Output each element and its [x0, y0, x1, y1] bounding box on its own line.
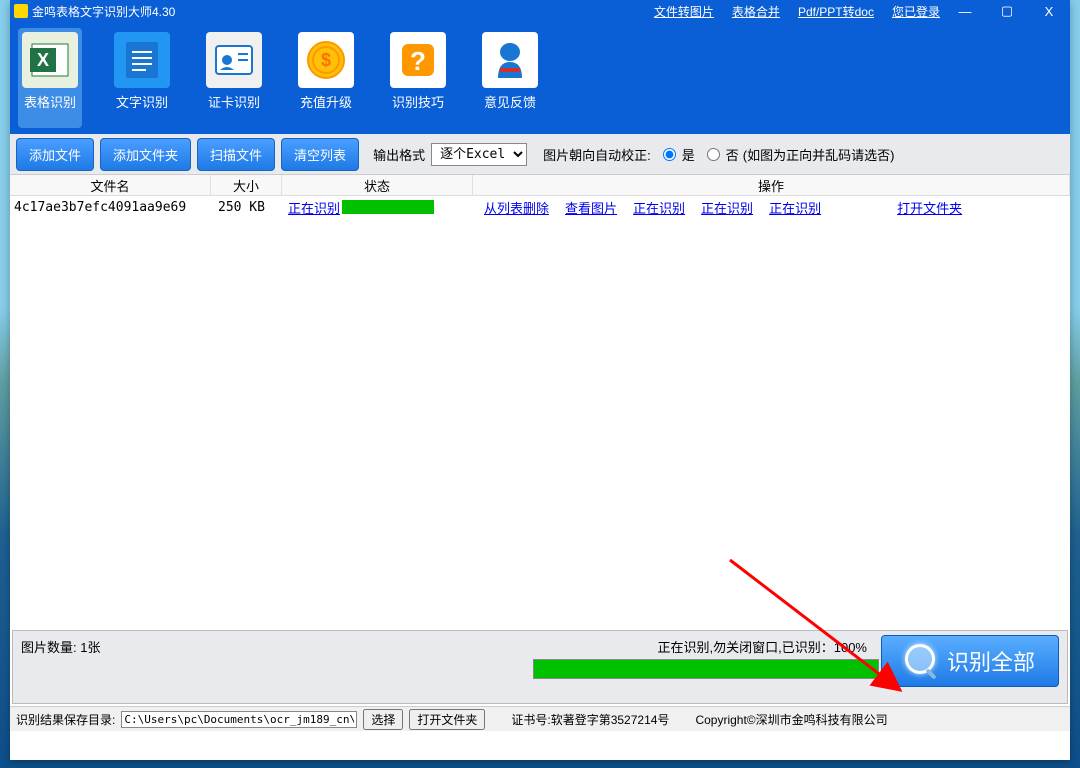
- orientation-label: 图片朝向自动校正:: [543, 145, 651, 164]
- tool-recharge[interactable]: $ 充值升级: [294, 28, 358, 128]
- col-name[interactable]: 文件名: [10, 175, 211, 195]
- file-list: 4c17ae3b7efc4091aa9e69250 KB正在识别从列表删除查看图…: [10, 196, 1070, 628]
- add-file-button[interactable]: 添加文件: [16, 138, 94, 171]
- cell-status: 正在识别: [288, 198, 478, 217]
- tool-label: 表格识别: [24, 92, 76, 111]
- table-row[interactable]: 4c17ae3b7efc4091aa9e69250 KB正在识别从列表删除查看图…: [10, 196, 1070, 218]
- svg-text:$: $: [321, 50, 331, 70]
- tool-label: 意见反馈: [484, 92, 536, 111]
- bottom-bar: 识别结果保存目录: 选择 打开文件夹 证书号:软著登字第3527214号 Cop…: [10, 706, 1070, 731]
- tool-label: 证卡识别: [208, 92, 260, 111]
- tool-tips[interactable]: ? 识别技巧: [386, 28, 450, 128]
- tool-label: 文字识别: [116, 92, 168, 111]
- tool-label: 识别技巧: [392, 92, 444, 111]
- maximize-button[interactable]: ▢: [986, 0, 1028, 22]
- cell-ops: 从列表删除查看图片正在识别正在识别正在识别打开文件夹: [478, 198, 1070, 217]
- menu-table-merge[interactable]: 表格合并: [732, 3, 780, 20]
- titlebar[interactable]: 金鸣表格文字识别大师4.30 文件转图片 表格合并 Pdf/PPT转doc 您已…: [10, 0, 1070, 22]
- row-op-link[interactable]: 查看图片: [565, 198, 617, 217]
- orientation-yes-radio[interactable]: [663, 148, 676, 161]
- svg-text:X: X: [37, 50, 49, 70]
- help-icon: ?: [390, 32, 446, 88]
- col-status[interactable]: 状态: [282, 175, 473, 195]
- row-op-link[interactable]: 从列表删除: [484, 198, 549, 217]
- row-op-link[interactable]: 打开文件夹: [897, 198, 962, 217]
- col-size[interactable]: 大小: [211, 175, 282, 195]
- clear-list-button[interactable]: 清空列表: [281, 138, 359, 171]
- recognize-all-button[interactable]: 识别全部: [881, 635, 1059, 687]
- save-dir-label: 识别结果保存目录:: [16, 711, 115, 728]
- menu-login[interactable]: 您已登录: [892, 3, 940, 20]
- text-icon: [114, 32, 170, 88]
- tool-feedback[interactable]: 意见反馈: [478, 28, 542, 128]
- coin-icon: $: [298, 32, 354, 88]
- orientation-no-label: 否: [726, 145, 739, 164]
- feedback-icon: [482, 32, 538, 88]
- row-op-link[interactable]: 正在识别: [701, 198, 753, 217]
- status-panel: 图片数量: 1张 正在识别,勿关闭窗口,已识别：100% 识别全部: [12, 630, 1068, 704]
- cell-filename: 4c17ae3b7efc4091aa9e69: [10, 200, 214, 215]
- row-status-link[interactable]: 正在识别: [288, 198, 340, 217]
- orientation-yes-label: 是: [682, 145, 695, 164]
- svg-text:?: ?: [410, 46, 426, 76]
- orientation-no-radio[interactable]: [707, 148, 720, 161]
- orientation-hint: (如图为正向并乱码请选否): [743, 145, 895, 164]
- action-bar: 添加文件 添加文件夹 扫描文件 清空列表 输出格式 逐个Excel 图片朝向自动…: [10, 134, 1070, 175]
- menu-pdf-ppt[interactable]: Pdf/PPT转doc: [798, 3, 874, 20]
- magnifier-icon: [905, 644, 939, 678]
- titlebar-menu: 文件转图片 表格合并 Pdf/PPT转doc 您已登录: [654, 0, 940, 22]
- open-folder-button[interactable]: 打开文件夹: [409, 709, 485, 730]
- card-icon: [206, 32, 262, 88]
- output-format-label: 输出格式: [373, 145, 425, 164]
- tool-table-ocr[interactable]: X 表格识别: [18, 28, 82, 128]
- save-dir-input[interactable]: [121, 711, 357, 728]
- big-progress-bar: [533, 659, 879, 679]
- app-icon: [14, 4, 28, 18]
- menu-file-to-image[interactable]: 文件转图片: [654, 3, 714, 20]
- copyright-text: Copyright©深圳市金鸣科技有限公司: [695, 711, 887, 728]
- window-title: 金鸣表格文字识别大师4.30: [32, 3, 175, 20]
- row-op-link[interactable]: 正在识别: [769, 198, 821, 217]
- add-folder-button[interactable]: 添加文件夹: [100, 138, 191, 171]
- choose-dir-button[interactable]: 选择: [363, 709, 403, 730]
- output-format-select[interactable]: 逐个Excel: [431, 143, 527, 166]
- excel-icon: X: [22, 32, 78, 88]
- minimize-button[interactable]: —: [944, 0, 986, 22]
- col-ops[interactable]: 操作: [473, 175, 1070, 195]
- tool-label: 充值升级: [300, 92, 352, 111]
- row-op-link[interactable]: 正在识别: [633, 198, 685, 217]
- row-progress-bar: [342, 200, 434, 214]
- tool-text-ocr[interactable]: 文字识别: [110, 28, 174, 128]
- cert-text: 证书号:软著登字第3527214号: [511, 711, 669, 728]
- close-button[interactable]: X: [1028, 0, 1070, 22]
- recognize-all-label: 识别全部: [947, 645, 1035, 677]
- main-toolbar: X 表格识别 文字识别 证卡识别 $ 充值升级? 识别技巧 意见反馈: [10, 22, 1070, 134]
- progress-text: 正在识别,勿关闭窗口,已识别：100%: [658, 637, 867, 656]
- tool-card-ocr[interactable]: 证卡识别: [202, 28, 266, 128]
- cell-size: 250 KB: [214, 200, 288, 215]
- image-count: 图片数量: 1张: [21, 640, 100, 655]
- scan-file-button[interactable]: 扫描文件: [197, 138, 275, 171]
- orientation-group: 图片朝向自动校正: 是 否 (如图为正向并乱码请选否): [543, 145, 894, 164]
- list-header: 文件名 大小 状态 操作: [10, 175, 1070, 196]
